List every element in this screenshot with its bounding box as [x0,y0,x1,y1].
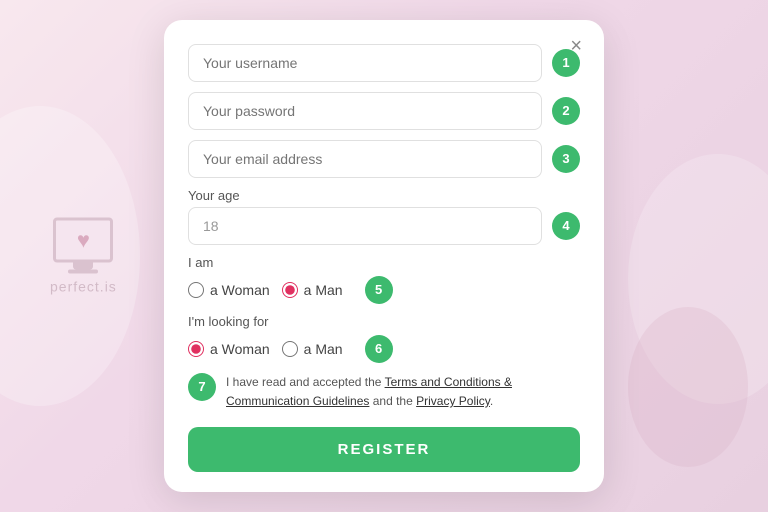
i-am-man-label: a Man [304,282,343,298]
i-am-section: I am a Woman a Man 5 [188,255,580,304]
looking-for-woman-radio[interactable] [188,341,204,357]
terms-link2[interactable]: Privacy Policy [416,394,490,408]
password-row: 2 [188,92,580,130]
terms-text: I have read and accepted the Terms and C… [226,373,580,411]
username-input[interactable] [188,44,542,82]
watermark-heart-icon: ♥ [77,227,90,253]
looking-for-options-row: a Woman a Man 6 [188,335,580,363]
i-am-woman-option[interactable]: a Woman [188,282,270,298]
i-am-label: I am [188,255,580,270]
username-row: 1 [188,44,580,82]
step-badge-6: 6 [365,335,393,363]
looking-for-section: I'm looking for a Woman a Man 6 [188,314,580,363]
age-label: Your age [188,188,580,203]
age-row: 4 [188,207,580,245]
looking-for-man-label: a Man [304,341,343,357]
looking-for-man-radio[interactable] [282,341,298,357]
i-am-man-radio[interactable] [282,282,298,298]
decorative-blob-right2 [628,307,748,467]
looking-for-label: I'm looking for [188,314,580,329]
registration-modal: × 1 2 3 Your age 4 I am a Woman a M [164,20,604,492]
register-button[interactable]: REGISTER [188,427,580,472]
i-am-woman-radio[interactable] [188,282,204,298]
step-badge-3: 3 [552,145,580,173]
i-am-woman-label: a Woman [210,282,270,298]
step-badge-2: 2 [552,97,580,125]
i-am-man-option[interactable]: a Man [282,282,343,298]
looking-for-man-option[interactable]: a Man [282,341,343,357]
watermark: ♥ perfect.is [50,218,117,295]
i-am-options-row: a Woman a Man 5 [188,276,580,304]
terms-middle: and the [369,394,416,408]
terms-end: . [490,394,493,408]
age-input[interactable] [188,207,542,245]
looking-for-woman-option[interactable]: a Woman [188,341,270,357]
step-badge-7: 7 [188,373,216,401]
looking-for-woman-label: a Woman [210,341,270,357]
watermark-text: perfect.is [50,279,117,295]
step-badge-5: 5 [365,276,393,304]
password-input[interactable] [188,92,542,130]
email-row: 3 [188,140,580,178]
terms-prefix: I have read and accepted the [226,375,385,389]
email-input[interactable] [188,140,542,178]
step-badge-4: 4 [552,212,580,240]
watermark-monitor-icon: ♥ [53,218,113,263]
close-button[interactable]: × [564,34,588,58]
terms-row: 7 I have read and accepted the Terms and… [188,373,580,411]
